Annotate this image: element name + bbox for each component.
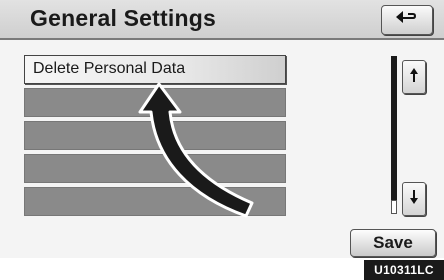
scroll-up-button[interactable] xyxy=(402,60,426,94)
scrollbar-thumb[interactable] xyxy=(391,200,397,214)
return-arrow-icon xyxy=(394,9,420,32)
list-item-label: Delete Personal Data xyxy=(33,60,186,77)
figure-code-label: U10311LC xyxy=(364,260,444,280)
scroll-up-icon xyxy=(409,67,419,88)
settings-screen: General Settings Delete Personal Data Sa… xyxy=(0,0,444,258)
back-button[interactable] xyxy=(381,5,433,35)
page-title: General Settings xyxy=(30,5,216,31)
list-item-empty-2 xyxy=(24,88,286,117)
scroll-down-icon xyxy=(409,189,419,210)
scroll-down-button[interactable] xyxy=(402,182,426,216)
list-item-empty-3 xyxy=(24,121,286,150)
scrollbar-track[interactable] xyxy=(391,56,397,209)
list-item-empty-4 xyxy=(24,154,286,183)
header-bar: General Settings xyxy=(0,0,444,40)
list-item-empty-5 xyxy=(24,187,286,216)
save-button[interactable]: Save xyxy=(350,229,436,257)
delete-personal-data-button[interactable]: Delete Personal Data xyxy=(24,55,286,84)
